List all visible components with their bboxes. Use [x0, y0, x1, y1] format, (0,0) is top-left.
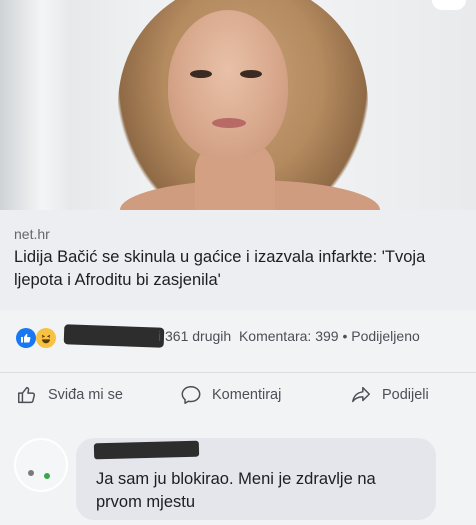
- reaction-count[interactable]: i 361 drugih: [158, 328, 231, 344]
- comment-icon: [181, 386, 201, 404]
- separator: •: [342, 328, 348, 344]
- curtain: [0, 0, 70, 210]
- comment-count[interactable]: Komentara: 399: [239, 328, 339, 344]
- thumbs-up-icon: [18, 386, 36, 404]
- haha-icon[interactable]: [36, 328, 56, 348]
- share-label: Podijeli: [382, 387, 429, 403]
- avatar-mark: [44, 473, 50, 479]
- like-label: Sviđa mi se: [48, 387, 123, 403]
- like-button[interactable]: Sviđa mi se: [16, 384, 123, 406]
- avatar[interactable]: [14, 438, 68, 492]
- left-eye: [190, 70, 212, 78]
- share-icon: [352, 386, 370, 403]
- corner-badge: [432, 0, 466, 10]
- share-button[interactable]: Podijeli: [350, 384, 429, 406]
- share-count[interactable]: Podijeljeno: [351, 328, 420, 344]
- link-headline[interactable]: Lidija Bačić se skinula u gaćice i izazv…: [14, 246, 469, 292]
- link-preview-image[interactable]: [0, 0, 476, 210]
- redacted-names: [63, 324, 165, 348]
- avatar-mark: [28, 470, 34, 476]
- right-eye: [240, 70, 262, 78]
- lips: [212, 118, 246, 128]
- comment-button[interactable]: Komentiraj: [180, 384, 281, 406]
- reaction-summary[interactable]: i 361 drugih Komentara: 399 • Podijeljen…: [158, 328, 420, 344]
- redacted-author-name: [93, 440, 200, 460]
- comment-label: Komentiraj: [212, 387, 282, 403]
- like-icon[interactable]: [16, 328, 36, 348]
- link-domain: net.hr: [14, 226, 50, 242]
- face: [168, 10, 288, 160]
- comment-text: Ja sam ju blokirao. Meni je zdravlje na …: [96, 470, 376, 511]
